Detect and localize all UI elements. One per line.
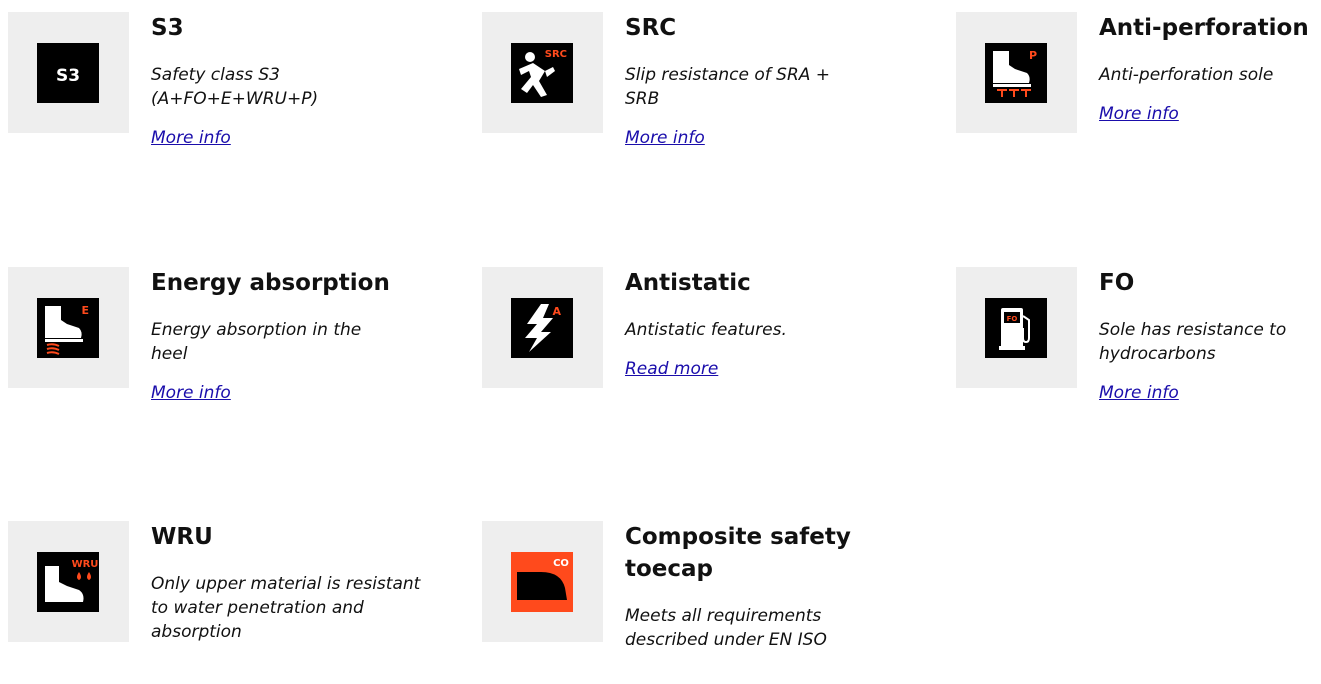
feature-title: Energy absorption <box>151 270 390 296</box>
composite-toecap-icon: CO <box>511 552 573 612</box>
energy-absorption-boot-icon: E <box>37 298 99 358</box>
svg-text:WRU: WRU <box>72 559 99 570</box>
icon-tile: A <box>482 267 603 388</box>
feature-title: WRU <box>151 524 213 550</box>
svg-text:A: A <box>552 305 561 318</box>
more-info-link[interactable]: More info <box>625 126 705 150</box>
svg-text:SRC: SRC <box>545 49 567 60</box>
icon-tile: WRU <box>8 521 129 642</box>
more-info-link[interactable]: More info <box>151 381 231 405</box>
antistatic-lightning-icon: A <box>511 298 573 358</box>
icon-tile: SRC <box>482 12 603 133</box>
icon-tile: P <box>956 12 1077 133</box>
feature-description: Sole has resistance to hydrocarbons <box>1099 320 1287 364</box>
svg-text:E: E <box>81 304 89 317</box>
icon-tile: CO <box>482 521 603 642</box>
feature-description: Energy absorption in the heel <box>151 320 362 364</box>
more-info-link[interactable]: More info <box>1099 102 1179 126</box>
feature-title: SRC <box>625 15 677 41</box>
svg-text:CO: CO <box>553 558 569 569</box>
feature-description: Meets all requirements described under E… <box>625 606 827 650</box>
feature-description: Anti-perforation sole <box>1099 65 1274 85</box>
more-info-link[interactable]: More info <box>151 126 231 150</box>
more-info-link[interactable]: More info <box>1099 381 1179 405</box>
feature-description: Safety class S3 (A+FO+E+WRU+P) <box>151 65 319 109</box>
anti-perforation-boot-icon: P <box>985 43 1047 103</box>
icon-tile: S3 <box>8 12 129 133</box>
svg-text:FO: FO <box>1007 315 1018 323</box>
feature-description: Antistatic features. <box>625 320 787 340</box>
feature-description: Slip resistance of SRA + SRB <box>625 65 831 109</box>
feature-description: Only upper material is resistant to wate… <box>151 574 421 642</box>
icon-tile: E <box>8 267 129 388</box>
feature-title: FO <box>1099 270 1135 296</box>
s3-badge-icon: S3 <box>37 43 99 103</box>
fuel-pump-icon: FO <box>985 298 1047 358</box>
water-resistant-boot-icon: WRU <box>37 552 99 612</box>
feature-title: Anti-perforation <box>1099 15 1309 41</box>
svg-text:S3: S3 <box>56 66 80 86</box>
read-more-link[interactable]: Read more <box>625 357 718 381</box>
icon-tile: FO <box>956 267 1077 388</box>
feature-title: S3 <box>151 15 184 41</box>
feature-title: Composite safety toecap <box>625 524 851 582</box>
slip-resistance-src-icon: SRC <box>511 43 573 103</box>
feature-title: Antistatic <box>625 270 751 296</box>
svg-text:P: P <box>1029 49 1037 62</box>
